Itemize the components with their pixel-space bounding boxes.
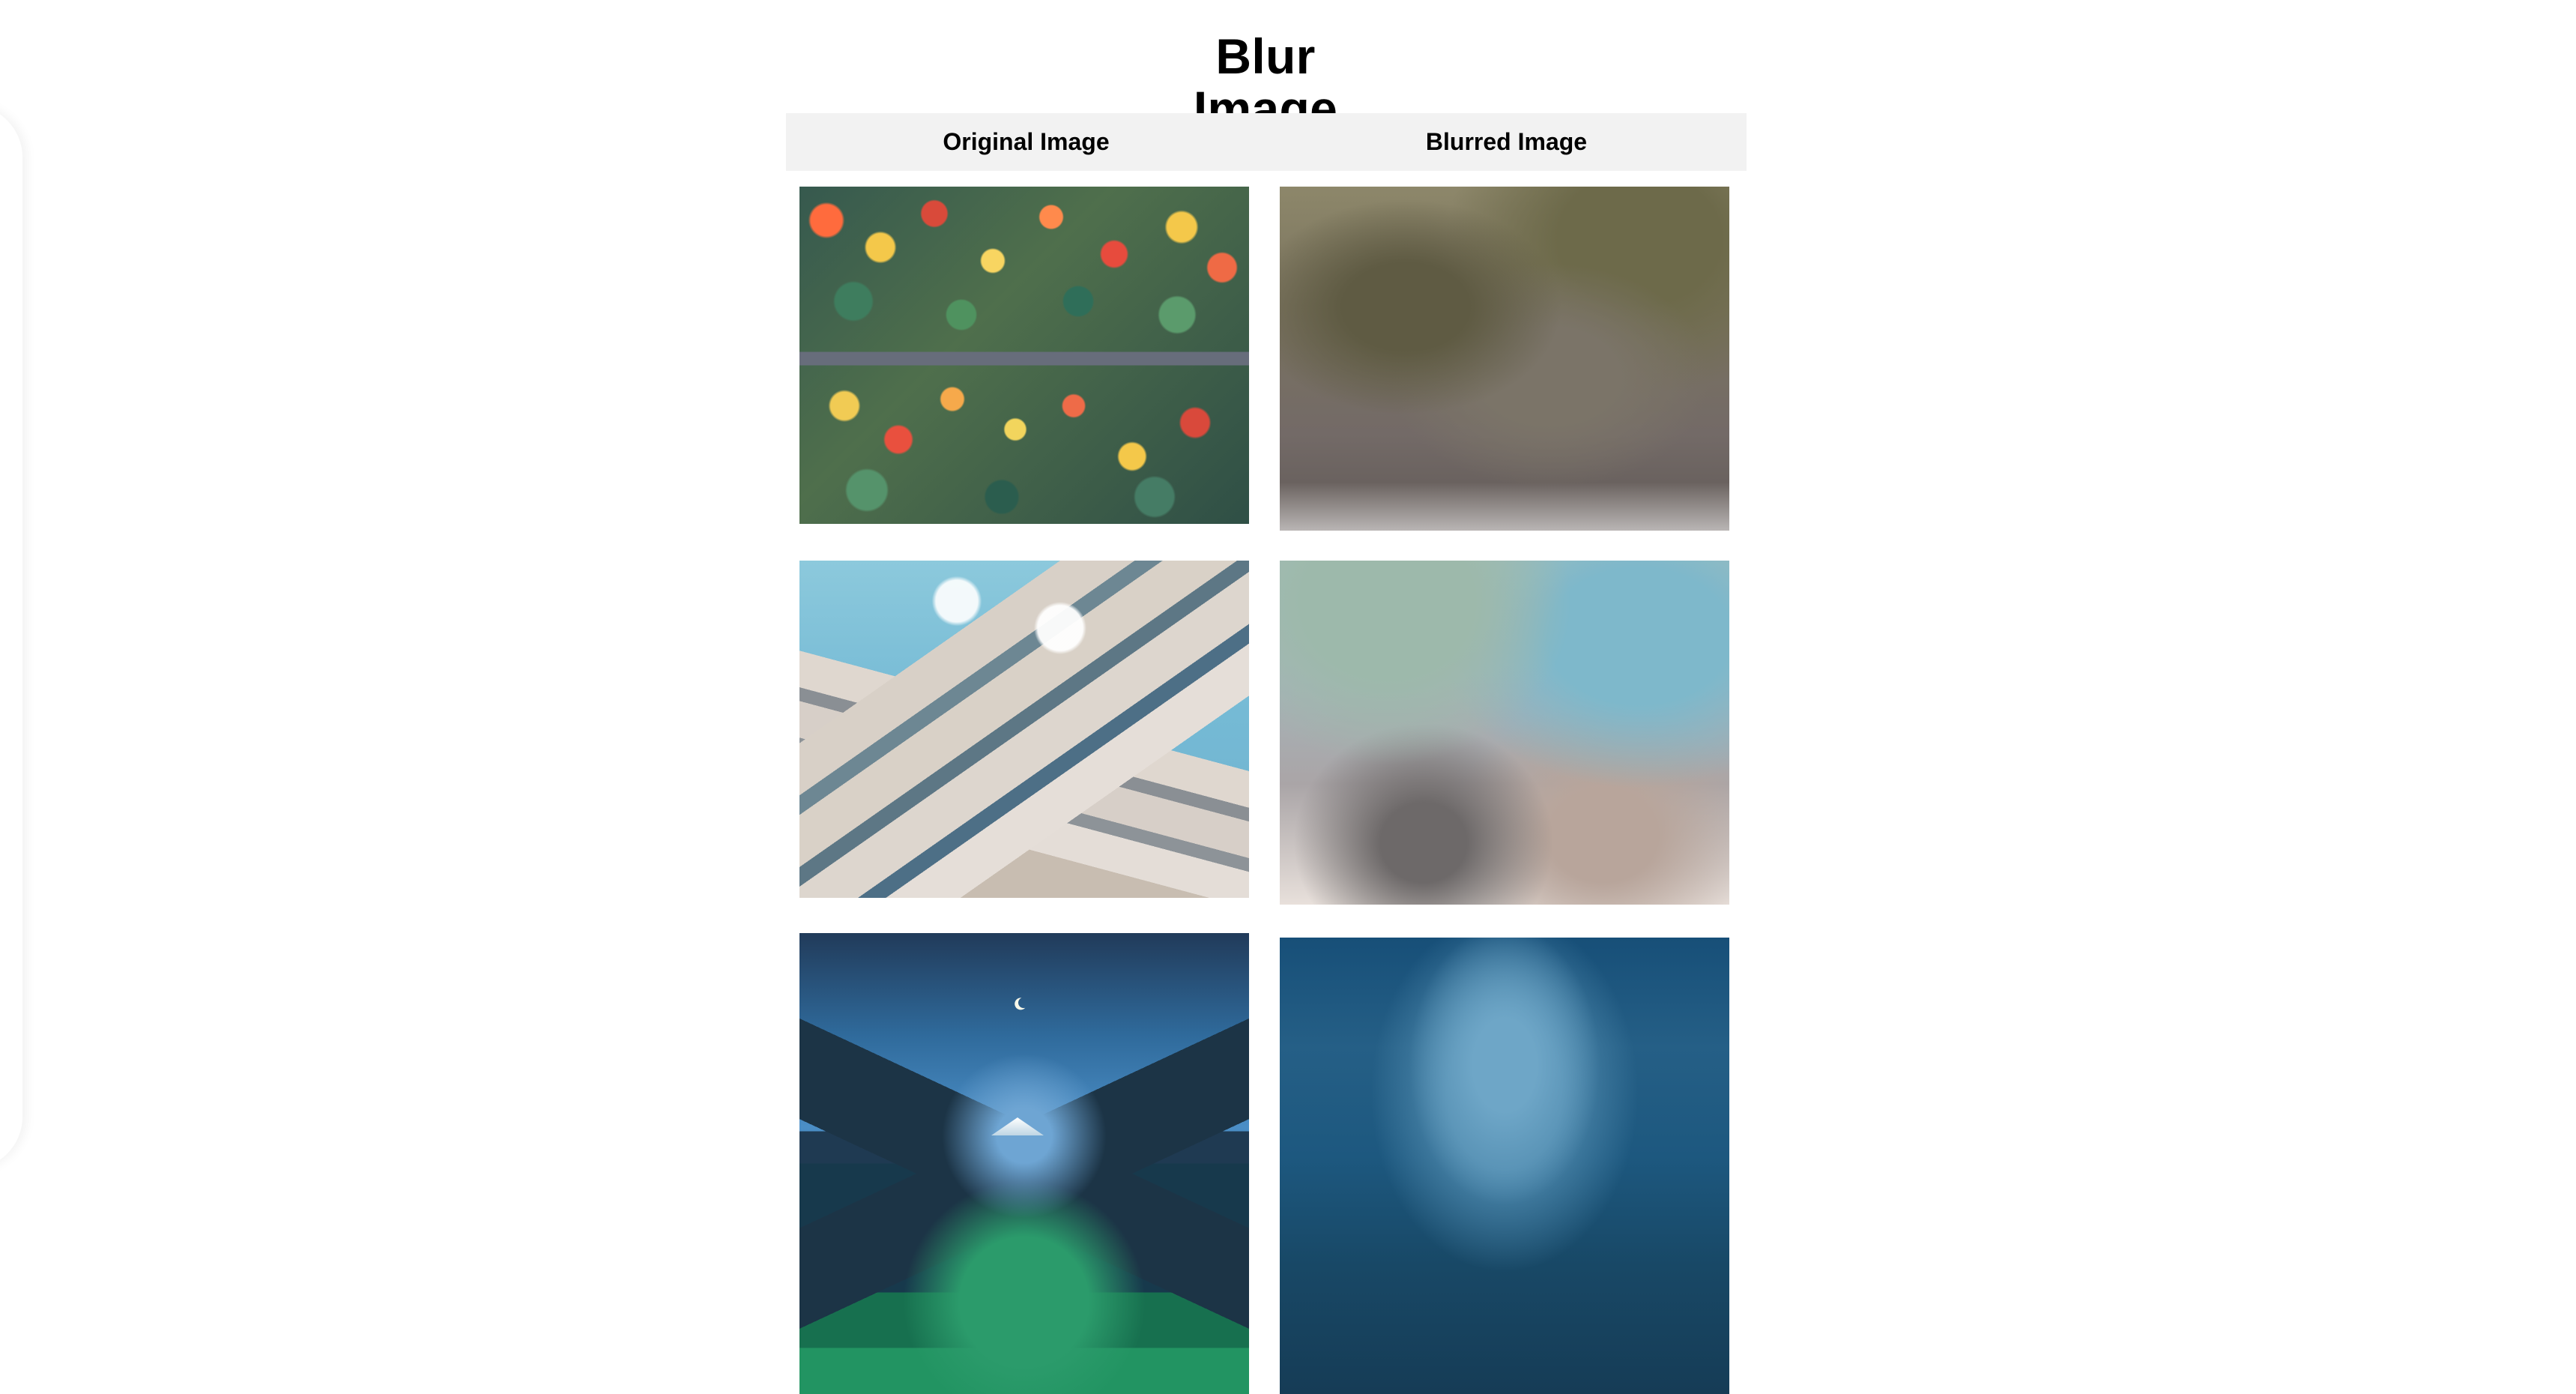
autumn-forest-image (799, 187, 1249, 524)
blurred-image-cell-3 (1280, 938, 1729, 1394)
blurred-image-header: Blurred Image (1425, 128, 1588, 155)
blurred-autumn-forest-image (1280, 187, 1729, 531)
left-window-edge (0, 105, 22, 1169)
image-comparison-table: Original Image Blurred Image (786, 113, 1747, 1394)
original-image-cell-2 (799, 561, 1249, 898)
blurred-night-mountain-image (1280, 938, 1729, 1394)
table-header: Original Image Blurred Image (786, 113, 1747, 171)
original-image-cell-3 (799, 933, 1249, 1394)
page-title: Blur Image (1193, 28, 1338, 136)
blurred-image-cell-2 (1280, 561, 1729, 905)
original-image-cell-1 (799, 187, 1249, 524)
blurred-image-cell-1 (1280, 187, 1729, 531)
building-image (799, 561, 1249, 898)
original-image-header: Original Image (943, 128, 1110, 155)
blurred-building-image (1280, 561, 1729, 905)
page: Blur Image Original Image Blurred Image (0, 0, 2576, 1394)
